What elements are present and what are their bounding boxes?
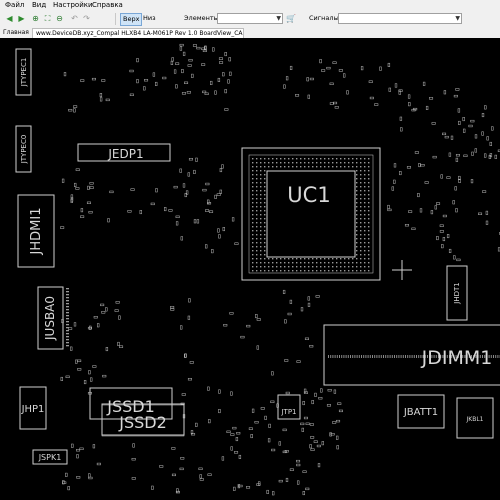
- signals-combo[interactable]: ▼: [338, 13, 462, 24]
- board-canvas[interactable]: UC1 JEDP1 JDIMM1 JSSD1 JSSD2 JHP1 JBATT1…: [0, 38, 500, 500]
- forward-icon[interactable]: ▶: [17, 14, 26, 23]
- redo-icon[interactable]: ↷: [82, 14, 91, 23]
- view-top-button[interactable]: Верх: [120, 13, 143, 26]
- jtypec0-label: JTYPEC0: [20, 135, 28, 165]
- zoom-in-icon[interactable]: ⊕: [31, 14, 40, 23]
- jdimm1-label: JDIMM1: [421, 347, 493, 369]
- jspk1-label: JSPK1: [38, 453, 62, 462]
- elements-label: Элементы:: [184, 14, 221, 22]
- component-outlines: [15, 48, 500, 465]
- elements-combo[interactable]: ▼: [217, 13, 283, 24]
- jhdt1-label: JHDT1: [453, 282, 461, 304]
- jusba0-label: JUSBA0: [43, 296, 57, 341]
- separator: [115, 13, 116, 25]
- tab-file[interactable]: www.DeviceDB.xyz_Compal HLXB4 LA-M061P R…: [32, 28, 244, 38]
- jhdmi1-label: JHDMI1: [29, 208, 44, 256]
- board-svg: UC1 JEDP1 JDIMM1 JSSD1 JSSD2 JHP1 JBATT1…: [15, 43, 500, 496]
- view-bottom-button[interactable]: Низ: [141, 13, 158, 24]
- jtp1-label: JTP1: [280, 408, 296, 416]
- menu-help[interactable]: Справка: [92, 1, 123, 10]
- fit-icon[interactable]: ⛶: [43, 14, 52, 23]
- jkbl1-label: JKBL1: [466, 416, 484, 423]
- cart-icon[interactable]: 🛒: [286, 14, 296, 23]
- jssd2-label: JSSD2: [118, 413, 167, 432]
- jedp1-label: JEDP1: [107, 147, 143, 161]
- tab-home[interactable]: Главная: [3, 28, 29, 38]
- menu-bar: Файл Вид Настройки Справка: [0, 0, 500, 11]
- jbatt1-label: JBATT1: [403, 407, 438, 418]
- menu-file[interactable]: Файл: [5, 1, 24, 10]
- signals-label: Сигналы:: [309, 14, 341, 22]
- zoom-out-icon[interactable]: ⊖: [55, 14, 64, 23]
- uc1-inner: [248, 154, 374, 274]
- jtypec1-label: JTYPEC1: [20, 58, 28, 88]
- menu-view[interactable]: Вид: [32, 1, 46, 10]
- uc1-outline: [241, 147, 381, 281]
- menu-settings[interactable]: Настройки: [53, 1, 93, 10]
- toolbar: ◀ ▶ ⊕ ⛶ ⊖ ↶ ↷ Верх Низ Элементы: ▼ 🛒 Сиг…: [0, 11, 500, 28]
- uc1-label: UC1: [287, 183, 330, 207]
- back-icon[interactable]: ◀: [5, 14, 14, 23]
- chevron-down-icon: ▼: [455, 15, 460, 22]
- undo-icon[interactable]: ↶: [70, 14, 79, 23]
- chevron-down-icon: ▼: [276, 15, 281, 22]
- component-labels: UC1 JEDP1 JDIMM1 JSSD1 JSSD2 JHP1 JBATT1…: [20, 58, 492, 462]
- jhp1-label: JHP1: [21, 404, 45, 415]
